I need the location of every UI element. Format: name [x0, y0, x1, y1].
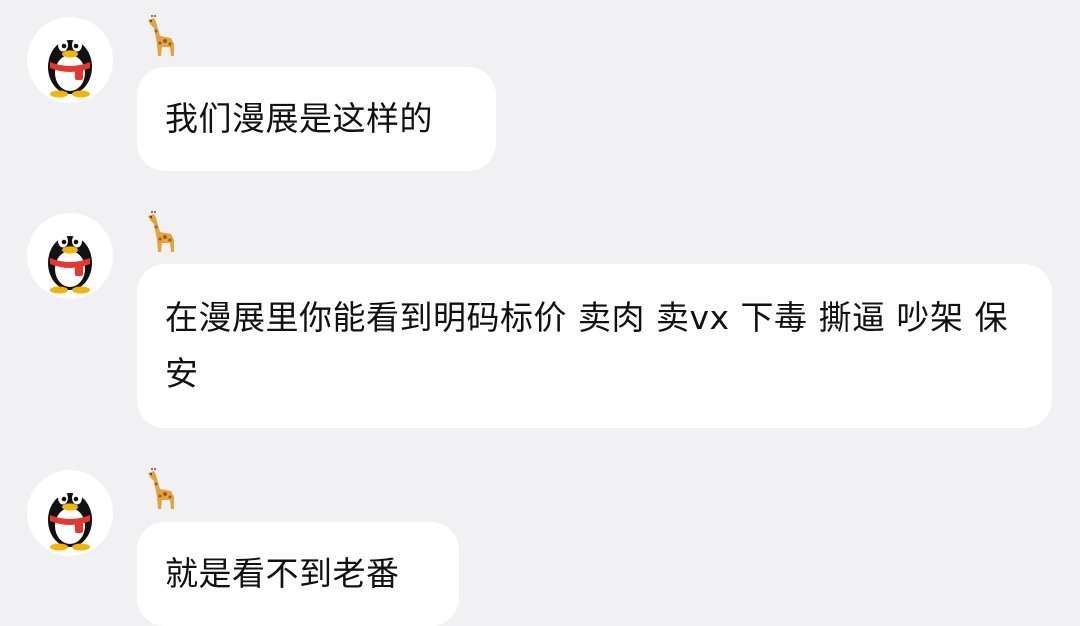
giraffe-emoji-icon [140, 210, 180, 254]
message-text: 我们漫展是这样的 [165, 99, 433, 138]
message-bubble[interactable]: 就是看不到老番 [137, 522, 459, 626]
qq-penguin-avatar-icon[interactable] [27, 213, 113, 299]
qq-penguin-avatar-icon[interactable] [27, 470, 113, 556]
giraffe-emoji-icon [140, 14, 180, 58]
message-bubble[interactable]: 我们漫展是这样的 [137, 67, 496, 171]
chat-message-list: 我们漫展是这样的 在漫展里你能看到明码标价 卖肉 卖vx 下毒 撕逼 吵架 保安… [0, 0, 1080, 626]
qq-penguin-avatar-icon[interactable] [27, 17, 113, 103]
message-text: 在漫展里你能看到明码标价 卖肉 卖vx 下毒 撕逼 吵架 保安 [165, 298, 1008, 393]
giraffe-emoji-icon [140, 467, 180, 511]
message-bubble[interactable]: 在漫展里你能看到明码标价 卖肉 卖vx 下毒 撕逼 吵架 保安 [137, 264, 1052, 428]
message-text: 就是看不到老番 [165, 554, 400, 593]
